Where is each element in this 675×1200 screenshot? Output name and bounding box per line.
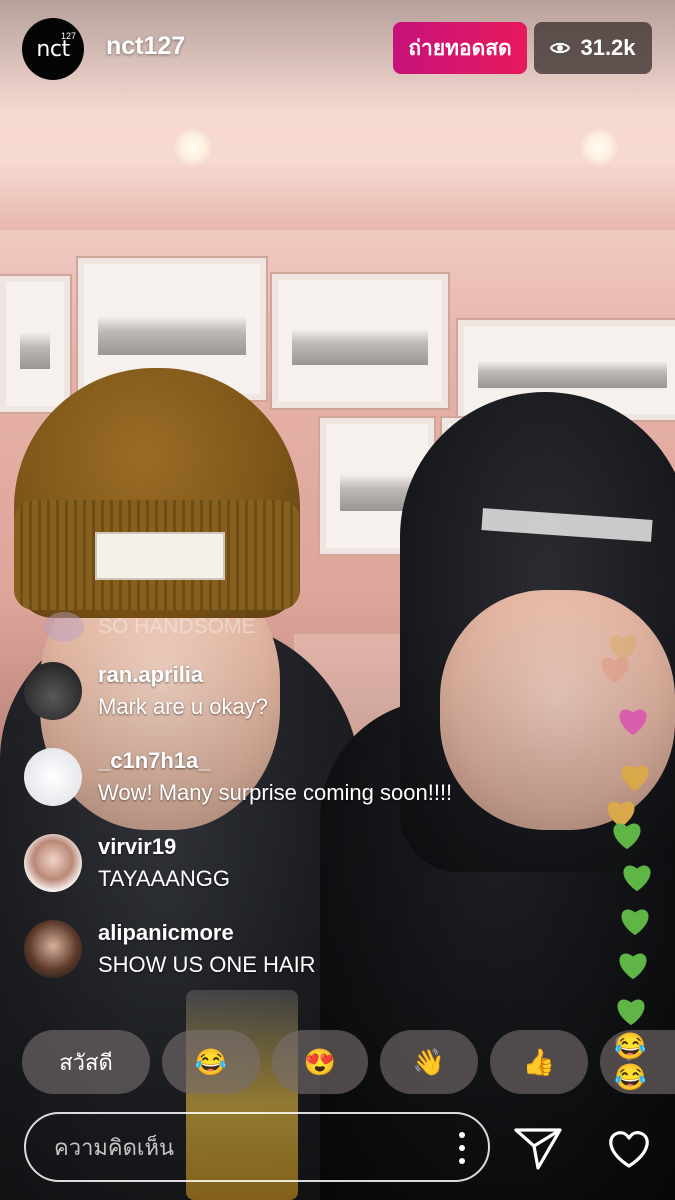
- quick-reply-thumbs-up[interactable]: 👍: [490, 1030, 588, 1094]
- laughing-emoji-icon: 😂😂: [614, 1031, 647, 1092]
- heart-eyes-emoji-icon: 😍: [303, 1046, 337, 1077]
- comment-item: ran.aprilia Mark are u okay?: [24, 662, 644, 724]
- comment-bar: [24, 1112, 490, 1182]
- heart-icon: [619, 709, 647, 736]
- heart-icon: [623, 865, 651, 892]
- quick-reply-double-laugh[interactable]: 😂😂: [600, 1030, 675, 1094]
- wall-picture: [272, 274, 448, 408]
- quick-reply-heart-eyes[interactable]: 😍: [272, 1030, 368, 1094]
- thumbs-up-emoji-icon: 👍: [522, 1046, 556, 1077]
- comment-item: virvir19 TAYAAANGG: [24, 834, 644, 896]
- wall-picture: [0, 276, 70, 412]
- heart-icon: [617, 999, 645, 1026]
- comment-username[interactable]: _c1n7h1a_: [98, 748, 211, 774]
- channel-logo-sup: 127: [60, 31, 76, 41]
- comment-item: alipanicmore SHOW US ONE HAIR: [24, 920, 644, 982]
- heart-icon: [621, 765, 649, 792]
- heart-icon: [621, 909, 649, 936]
- comment-text: Wow! Many surprise coming soon!!!!: [98, 780, 453, 805]
- quick-reply-row: สวัสดี 😂 😍 👋 👍 😂😂: [22, 1030, 675, 1094]
- avatar[interactable]: [24, 834, 82, 892]
- comment-username[interactable]: ran.aprilia: [98, 662, 203, 688]
- comment-item: _c1n7h1a_ Wow! Many surprise coming soon…: [24, 748, 644, 810]
- faded-comment-text: SO HANDSOME: [98, 615, 256, 638]
- avatar[interactable]: [24, 920, 82, 978]
- faded-comment: SO HANDSOME: [44, 612, 256, 642]
- comment-username[interactable]: alipanicmore: [98, 920, 234, 946]
- quick-reply-greeting[interactable]: สวัสดี: [22, 1030, 150, 1094]
- comment-text: Mark are u okay?: [98, 694, 268, 719]
- viewer-count-badge[interactable]: 31.2k: [534, 22, 652, 74]
- heart-icon: [613, 823, 641, 850]
- laughing-emoji-icon: 😂: [194, 1046, 228, 1077]
- quick-reply-wave[interactable]: 👋: [380, 1030, 478, 1094]
- channel-avatar[interactable]: nct 127: [22, 18, 84, 80]
- avatar[interactable]: [24, 662, 82, 720]
- avatar[interactable]: [24, 748, 82, 806]
- live-badge: ถ่ายทอดสด: [393, 22, 527, 74]
- beanie-patch: [95, 532, 225, 580]
- floating-hearts: [592, 620, 672, 1080]
- send-icon[interactable]: [512, 1122, 564, 1174]
- avatar: [44, 612, 84, 642]
- comment-text: TAYAAANGG: [98, 866, 231, 891]
- eye-icon: [550, 35, 571, 61]
- heart-icon: [619, 953, 647, 980]
- ceiling-light: [580, 128, 618, 166]
- quick-reply-laugh[interactable]: 😂: [162, 1030, 260, 1094]
- ceiling-light: [174, 128, 212, 166]
- waving-hand-emoji-icon: 👋: [412, 1046, 446, 1077]
- comment-input[interactable]: [52, 1114, 436, 1182]
- channel-username[interactable]: nct127: [106, 32, 185, 61]
- comment-username[interactable]: virvir19: [98, 834, 176, 860]
- viewer-count: 31.2k: [580, 35, 636, 60]
- more-options-icon[interactable]: [458, 1132, 466, 1164]
- heart-icon: [601, 657, 629, 684]
- heart-icon[interactable]: [603, 1122, 655, 1174]
- comment-text: SHOW US ONE HAIR: [98, 952, 316, 977]
